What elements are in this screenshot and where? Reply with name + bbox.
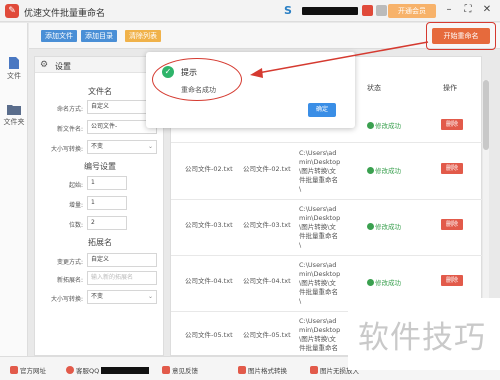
table-row-new: 公司文件-03.txt [243, 221, 291, 229]
section-number: 编号设置 [84, 162, 116, 171]
minimize-icon[interactable]: – [442, 3, 456, 17]
table-row-original: 公司文件-04.txt [185, 277, 233, 285]
feedback-icon [162, 366, 170, 374]
title-bar: ✎ 优速文件批量重命名 S 开通会员 – ⛶ ✕ [0, 0, 500, 22]
home-icon [10, 366, 18, 374]
chevron-down-icon: ⌄ [147, 293, 153, 300]
table-row-original: 公司文件-03.txt [185, 221, 233, 229]
add-folder-button[interactable]: 添加目录 [81, 30, 117, 42]
digits-label: 位数: [68, 222, 83, 229]
step-label: 增量: [68, 202, 83, 209]
clear-list-button[interactable]: 清除列表 [125, 30, 161, 42]
new-ext-input[interactable]: 输入新的拓展名 [87, 271, 157, 285]
status-badge: 修改成功 [367, 221, 401, 231]
redacted-account [302, 7, 358, 15]
section-extension: 拓展名 [88, 238, 112, 247]
feedback-link[interactable]: 意见反馈 [162, 365, 198, 375]
ext-mode-select[interactable]: 自定义 [87, 253, 157, 267]
column-header-status: 状态 [367, 84, 381, 92]
column-header-action: 操作 [443, 84, 457, 92]
new-ext-label: 新拓展名: [56, 277, 83, 284]
annotation-ellipse [152, 58, 242, 101]
delete-button[interactable]: 删除 [441, 119, 463, 130]
table-row-original: 公司文件-05.txt [185, 331, 233, 339]
case-select[interactable]: 不变 ⌄ [87, 140, 157, 154]
user-icon[interactable] [376, 5, 387, 16]
vip-button[interactable]: 开通会员 [388, 4, 436, 18]
ext-case-select[interactable]: 不变 ⌄ [87, 290, 157, 304]
case-label: 大小写转换: [50, 146, 83, 153]
table-row-original: 公司文件-02.txt [185, 165, 233, 173]
start-label: 起始: [68, 182, 83, 189]
table-row-path: C:\Users\ad min\Desktop \图片转换\文 件批量重命名 [299, 317, 341, 352]
app-title: 优速文件批量重命名 [24, 9, 106, 19]
image-icon [310, 366, 318, 374]
status-badge: 修改成功 [367, 277, 401, 287]
new-filename-label: 新文件名: [56, 126, 83, 133]
ext-mode-label: 变更方式: [56, 259, 83, 266]
app-logo-icon: ✎ [5, 4, 19, 18]
row-divider [171, 255, 483, 256]
add-file-button[interactable]: 添加文件 [41, 30, 77, 42]
settings-panel: ⚙ 设置 文件名 命名方式: 自定义 新文件名: 公司文件- 大小写转换: 不变… [34, 56, 165, 356]
settings-title: 设置 [55, 62, 71, 71]
status-badge: 修改成功 [367, 165, 401, 175]
table-row-path: C:\Users\ad min\Desktop \图片转换\文 件批量重命名 \ [299, 149, 341, 193]
step-input[interactable]: 1 [87, 196, 127, 210]
file-icon [9, 57, 19, 69]
chevron-down-icon: ⌄ [147, 143, 153, 150]
status-badge: 修改成功 [367, 120, 401, 130]
close-icon[interactable]: ✕ [480, 3, 494, 17]
rail-item-label: 文件夹 [3, 118, 25, 126]
ext-case-label: 大小写转换: [50, 296, 83, 303]
rail-item-folder[interactable]: 文件夹 [0, 103, 28, 127]
rail-item-file[interactable]: 文件 [0, 57, 28, 81]
left-rail: 文件 文件夹 [0, 23, 28, 356]
image-icon [238, 366, 246, 374]
qq-icon [66, 366, 74, 374]
row-divider [171, 199, 483, 200]
table-row-new: 公司文件-04.txt [243, 277, 291, 285]
gear-icon: ⚙ [40, 60, 49, 70]
row-divider [171, 142, 483, 143]
annotation-highlight [426, 22, 496, 50]
qq-link[interactable]: 客服QQ [66, 365, 150, 375]
naming-mode-label: 命名方式: [56, 106, 83, 113]
delete-button[interactable]: 删除 [441, 275, 463, 286]
folder-icon [7, 105, 21, 115]
website-link[interactable]: 官方网址 [10, 365, 46, 375]
delete-button[interactable]: 删除 [441, 219, 463, 230]
redacted-qq [101, 367, 150, 374]
watermark: 软件技巧 [348, 298, 500, 370]
image-convert-link[interactable]: 图片格式转换 [238, 365, 287, 375]
table-row-path: C:\Users\ad min\Desktop \图片转换\文 件批量重命名 \ [299, 205, 341, 249]
rail-item-label: 文件 [7, 72, 21, 80]
digits-input[interactable]: 2 [87, 216, 127, 230]
table-row-new: 公司文件-02.txt [243, 165, 291, 173]
confirm-button[interactable]: 确定 [308, 103, 336, 117]
notification-icon[interactable] [362, 5, 373, 16]
delete-button[interactable]: 删除 [441, 163, 463, 174]
s-logo-icon: S [284, 4, 292, 17]
table-row-path: C:\Users\ad min\Desktop \图片转换\文 件批量重命名 \ [299, 261, 341, 305]
table-row-new: 公司文件-05.txt [243, 331, 291, 339]
maximize-icon[interactable]: ⛶ [461, 3, 475, 17]
start-input[interactable]: 1 [87, 176, 127, 190]
